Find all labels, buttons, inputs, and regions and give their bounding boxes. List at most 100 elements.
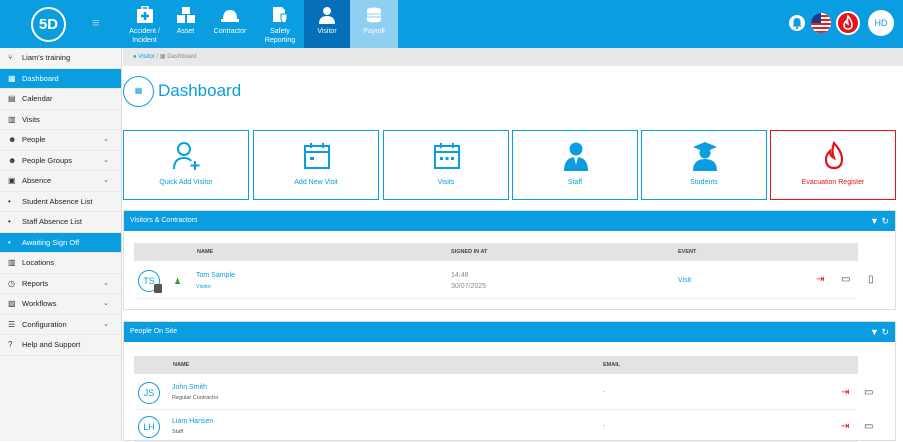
- dot-icon: •: [8, 196, 11, 206]
- person-type: Regular Contractor: [172, 395, 219, 401]
- calendar-grid-icon: [434, 143, 460, 169]
- notifications-bell-icon[interactable]: [787, 13, 807, 33]
- sidebar-item-locations[interactable]: ▥ Locations: [0, 253, 121, 274]
- module-label: Asset: [176, 28, 195, 35]
- sign-out-icon[interactable]: ⇥: [816, 274, 824, 285]
- sidebar-item-label: Reports: [22, 278, 49, 288]
- sidebar-item-staff-absence-list[interactable]: • Staff Absence List: [0, 212, 121, 233]
- visitors-contractors-panel: Visitors & Contractors ▼ ↻ NAME SIGNED I…: [123, 210, 896, 310]
- flame-icon: [824, 141, 844, 170]
- column-header-email: EMAIL: [603, 362, 621, 368]
- language-flag-icon[interactable]: [811, 13, 831, 33]
- sidebar-item-student-absence-list[interactable]: • Student Absence List: [0, 192, 121, 212]
- chevron-down-icon: ⌄: [103, 279, 109, 287]
- chevron-down-icon: ⌄: [103, 300, 109, 307]
- person-email: -: [603, 423, 606, 430]
- module-label: Accident / Incident: [129, 28, 160, 44]
- filter-refresh-icons[interactable]: ▼ ↻: [870, 216, 889, 226]
- sidebar-item-workflows[interactable]: ▨ Workflows ⌄: [0, 294, 121, 315]
- module-label: Payroll: [363, 28, 385, 35]
- sidebar-item-label: Dashboard: [22, 73, 59, 83]
- avatar: JS: [138, 382, 160, 404]
- id-card-icon[interactable]: ▭: [864, 421, 873, 432]
- signed-in-time: 14:48: [451, 272, 469, 279]
- sign-out-icon[interactable]: ⇥: [841, 421, 849, 432]
- user-avatar[interactable]: HD: [868, 10, 894, 36]
- sidebar-item-label: Configuration: [22, 319, 67, 329]
- event-link[interactable]: Visit: [678, 277, 691, 284]
- image-icon: ▨: [8, 299, 16, 308]
- module-label: Contractor: [213, 28, 247, 35]
- logo-area: 5D ≡: [0, 0, 122, 48]
- sidebar-item-help[interactable]: ? Help and Support: [0, 335, 121, 356]
- chevron-down-icon: ⌄: [103, 136, 109, 143]
- sidebar-item-people-groups[interactable]: ☻ People Groups ⌄: [0, 151, 121, 171]
- calendar-icon: [304, 143, 330, 169]
- table-header: NAME SIGNED IN AT EVENT: [134, 243, 858, 261]
- sidebar-item-label: People: [22, 135, 46, 144]
- module-contractor[interactable]: Contractor: [204, 0, 256, 48]
- person-icon: [319, 7, 335, 24]
- chevron-down-icon: ⌄: [103, 320, 109, 328]
- sign-out-icon[interactable]: ⇥: [841, 387, 849, 398]
- sidebar-item-label: People Groups: [22, 155, 73, 165]
- sidebar-item-visits[interactable]: ▥ Visits: [0, 110, 121, 130]
- grid-icon: ▦: [159, 54, 166, 60]
- table-row[interactable]: LH Liam Hansen Staff - ⇥ ▭: [134, 410, 873, 442]
- filter-refresh-icons[interactable]: ▼ ↻: [870, 327, 889, 337]
- module-asset[interactable]: Asset: [167, 0, 204, 48]
- person-email: -: [603, 389, 606, 396]
- id-card-icon[interactable]: ▭: [864, 387, 873, 398]
- dashboard-icon: ▦: [123, 76, 154, 107]
- branch-icon: ⑂: [8, 53, 13, 62]
- sidebar-item-dashboard[interactable]: ▦ Dashboard: [0, 68, 121, 89]
- card-label: Quick Add Visitor: [159, 179, 213, 186]
- person-name[interactable]: John Smith: [172, 384, 207, 391]
- module-visitor[interactable]: Visitor: [304, 0, 350, 48]
- panel-title: Visitors & Contractors: [130, 217, 198, 224]
- sidebar-item-absence[interactable]: ▣ Absence ⌄: [0, 171, 121, 192]
- staff-person-icon: [564, 142, 588, 171]
- module-payroll[interactable]: Payroll: [350, 0, 398, 48]
- person-name[interactable]: Tom Sample: [196, 272, 235, 279]
- breadcrumb: ● Visitor / ▦ Dashboard: [123, 48, 903, 66]
- people-group-icon: ☻: [8, 155, 17, 165]
- absence-icon: ▣: [8, 176, 16, 185]
- students-card[interactable]: Students: [641, 130, 767, 200]
- logo[interactable]: 5D: [31, 7, 66, 42]
- column-header-name: NAME: [197, 249, 214, 255]
- top-bar: 5D ≡ Accident / Incident Asset Contracto…: [0, 0, 903, 48]
- evacuation-register-card[interactable]: Evacuation Register: [770, 130, 896, 200]
- add-new-visit-card[interactable]: Add New Visit: [253, 130, 379, 200]
- quick-add-visitor-card[interactable]: Quick Add Visitor: [123, 130, 249, 200]
- menu-icon[interactable]: ≡: [92, 16, 105, 30]
- visits-card[interactable]: Visits: [383, 130, 509, 200]
- sidebar-item-configuration[interactable]: ☰ Configuration ⌄: [0, 315, 121, 335]
- people-icon: ☻: [8, 135, 17, 144]
- id-card-icon[interactable]: ▭: [841, 274, 850, 285]
- evacuation-alert-icon[interactable]: [836, 11, 860, 35]
- sidebar-item-reports[interactable]: ◷ Reports ⌄: [0, 274, 121, 294]
- table-row[interactable]: JS John Smith Regular Contractor - ⇥ ▭: [134, 376, 873, 410]
- sidebar-item-awaiting-sign-off[interactable]: • Awaiting Sign Off: [0, 232, 121, 253]
- breadcrumb-visitor[interactable]: Visitor: [138, 54, 155, 60]
- module-accident-incident[interactable]: Accident / Incident: [122, 0, 167, 48]
- hard-hat-icon: [221, 10, 239, 22]
- sidebar-item-people[interactable]: ☻ People ⌄: [0, 130, 121, 151]
- sidebar-item-label: Calendar: [22, 94, 53, 103]
- sidebar-item-label: Awaiting Sign Off: [22, 237, 80, 247]
- table-row[interactable]: TS ♟ Tom Sample Visitor 14:48 30/07/2025…: [134, 263, 874, 299]
- column-header-signed-in: SIGNED IN AT: [451, 249, 488, 255]
- door-icon[interactable]: ▯: [868, 274, 874, 285]
- column-header-name: NAME: [173, 362, 190, 368]
- module-safety-reporting[interactable]: Safety Reporting: [256, 0, 304, 48]
- staff-card[interactable]: Staff: [512, 130, 638, 200]
- module-label: Visitor: [317, 28, 337, 35]
- sidebar-item-calendar[interactable]: ▤ Calendar: [0, 89, 121, 110]
- grid-icon: ▦: [8, 73, 16, 83]
- add-person-icon: [173, 142, 200, 170]
- sidebar-item-label: Visits: [22, 114, 40, 124]
- sidebar-item-training[interactable]: ⑂ Liam's training: [0, 48, 121, 69]
- person-name[interactable]: Liam Hansen: [172, 418, 213, 425]
- sidebar: ⑂ Liam's training ▦ Dashboard ▤ Calendar ▥ V…: [0, 48, 122, 441]
